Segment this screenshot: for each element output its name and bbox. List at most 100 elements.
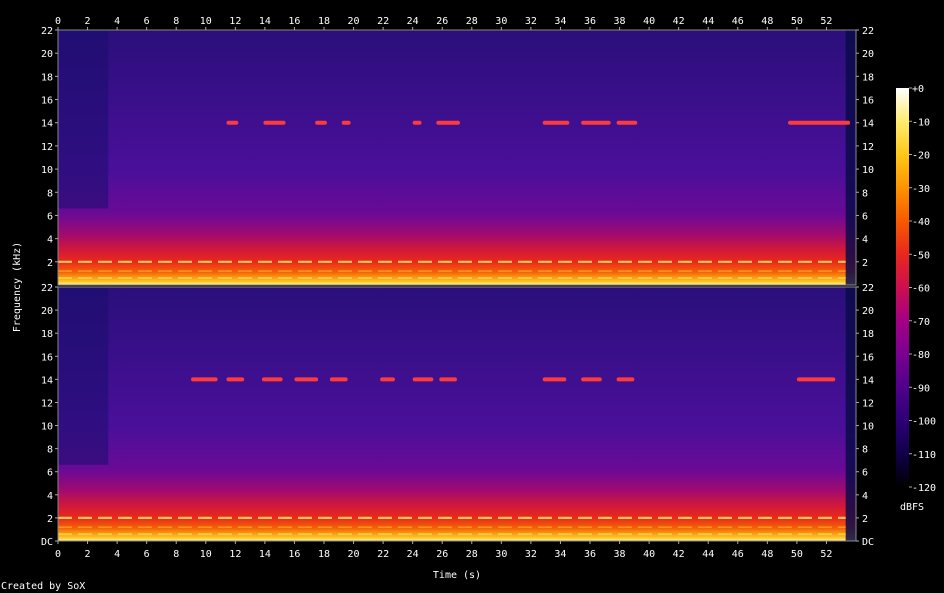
spectrogram-chart: 2220181614121086422220181614121086422220… (1, 16, 936, 592)
colorbar-tick-label: +0 (912, 84, 924, 95)
colorbar-tick-label: -100 (912, 417, 936, 428)
tone-14khz-segment (616, 377, 635, 382)
tone-14khz-segment (380, 377, 395, 382)
x-tick-label-bottom: 44 (702, 549, 714, 560)
tone-14khz-segment (226, 377, 245, 382)
x-tick-label-top: 10 (200, 16, 212, 27)
y-tick-label-left: 12 (41, 142, 53, 153)
x-tick-label-top: 4 (114, 16, 120, 27)
x-tick-label-top: 8 (173, 16, 179, 27)
x-tick-label-top: 36 (584, 16, 596, 27)
colorbar-tick-label: -80 (912, 350, 930, 361)
tone-14khz-segment (329, 377, 348, 382)
x-tick-label-top: 14 (259, 16, 271, 27)
tone-14khz-segment (191, 377, 218, 382)
x-tick-label-bottom: 46 (732, 549, 744, 560)
x-tick-label-top: 40 (643, 16, 655, 27)
y-tick-label-left: 6 (47, 468, 53, 479)
x-tick-label-top: 16 (288, 16, 300, 27)
x-tick-label-bottom: 42 (673, 549, 685, 560)
x-tick-label-top: 28 (466, 16, 478, 27)
x-tick-label-top: 46 (732, 16, 744, 27)
y-tick-label-left: 20 (41, 306, 53, 317)
x-tick-label-bottom: 52 (820, 549, 832, 560)
x-tick-label-top: 34 (554, 16, 566, 27)
y-tick-label-right: 18 (862, 329, 874, 340)
tone-14khz-segment (341, 120, 351, 125)
y-tick-label-right: 2 (862, 258, 868, 269)
y-tick-label-right: DC (862, 537, 874, 548)
y-tick-label-left: 4 (47, 491, 53, 502)
y-tick-label-right: 12 (862, 142, 874, 153)
y-tick-label-left: 8 (47, 445, 53, 456)
tone-14khz-segment (412, 377, 434, 382)
x-tick-label-bottom: 24 (407, 549, 419, 560)
x-tick-label-bottom: 18 (318, 549, 330, 560)
x-tick-label-bottom: 30 (495, 549, 507, 560)
y-tick-label-right: 16 (862, 352, 874, 363)
tone-14khz-segment (439, 377, 457, 382)
x-tick-label-bottom: 50 (791, 549, 803, 560)
y-tick-label-left: 14 (41, 375, 53, 386)
x-tick-label-top: 12 (229, 16, 241, 27)
x-tick-label-top: 38 (614, 16, 626, 27)
x-tick-label-bottom: 38 (614, 549, 626, 560)
x-tick-label-bottom: 36 (584, 549, 596, 560)
quiet-intro-region (58, 287, 109, 465)
x-tick-label-bottom: 26 (436, 549, 448, 560)
y-tick-label-left: 10 (41, 165, 53, 176)
y-tick-label-left: 22 (41, 26, 53, 37)
channel-2-spectrogram (58, 287, 856, 541)
y-tick-label-left: 18 (41, 329, 53, 340)
tone-14khz-segment (796, 377, 836, 382)
colorbar-tick-label: -10 (912, 117, 930, 128)
x-tick-label-bottom: 48 (761, 549, 773, 560)
spectrogram-background (58, 287, 856, 541)
y-tick-label-left: DC (41, 537, 53, 548)
channel-1-spectrogram (58, 30, 856, 285)
colorbar-tick-label: -60 (912, 284, 930, 295)
y-tick-label-left: 12 (41, 398, 53, 409)
tone-14khz-segment (542, 377, 567, 382)
y-tick-label-left: 16 (41, 96, 53, 107)
y-tick-label-right: 8 (862, 445, 868, 456)
y-tick-label-left: 10 (41, 422, 53, 433)
silent-tail-region (845, 287, 856, 541)
colorbar-tick-label: -50 (912, 250, 930, 261)
colorbar-tick-label: -70 (912, 317, 930, 328)
x-tick-label-bottom: 0 (55, 549, 61, 560)
x-tick-label-top: 48 (761, 16, 773, 27)
y-axis-label: Frequency (kHz) (12, 242, 23, 332)
y-tick-label-right: 10 (862, 422, 874, 433)
y-tick-label-left: 4 (47, 235, 53, 246)
colorbar-tick-label: -120 (912, 483, 936, 494)
y-tick-label-right: 10 (862, 165, 874, 176)
y-tick-label-right: 22 (862, 26, 874, 37)
y-tick-label-right: 6 (862, 211, 868, 222)
y-tick-label-left: 6 (47, 211, 53, 222)
x-tick-label-top: 22 (377, 16, 389, 27)
x-tick-label-top: 0 (55, 16, 61, 27)
x-tick-label-top: 42 (673, 16, 685, 27)
credit-text: Created by SoX (1, 581, 85, 592)
y-tick-label-left: 14 (41, 119, 53, 130)
x-tick-label-bottom: 14 (259, 549, 271, 560)
y-tick-label-left: 2 (47, 258, 53, 269)
x-tick-label-bottom: 4 (114, 549, 120, 560)
tone-14khz-segment (616, 120, 638, 125)
x-tick-label-top: 32 (525, 16, 537, 27)
y-tick-label-left: 18 (41, 72, 53, 83)
tone-14khz-segment (294, 377, 319, 382)
colorbar-tick-label: -40 (912, 217, 930, 228)
x-tick-label-top: 30 (495, 16, 507, 27)
y-tick-label-right: 20 (862, 306, 874, 317)
y-tick-label-right: 4 (862, 491, 868, 502)
y-tick-label-left: 2 (47, 514, 53, 525)
quiet-intro-region (58, 30, 109, 209)
x-tick-label-top: 18 (318, 16, 330, 27)
tone-14khz-segment (581, 120, 611, 125)
x-tick-label-bottom: 28 (466, 549, 478, 560)
colorbar-unit-label: dBFS (900, 502, 924, 513)
tone-14khz-segment (226, 120, 239, 125)
tone-14khz-segment (436, 120, 460, 125)
